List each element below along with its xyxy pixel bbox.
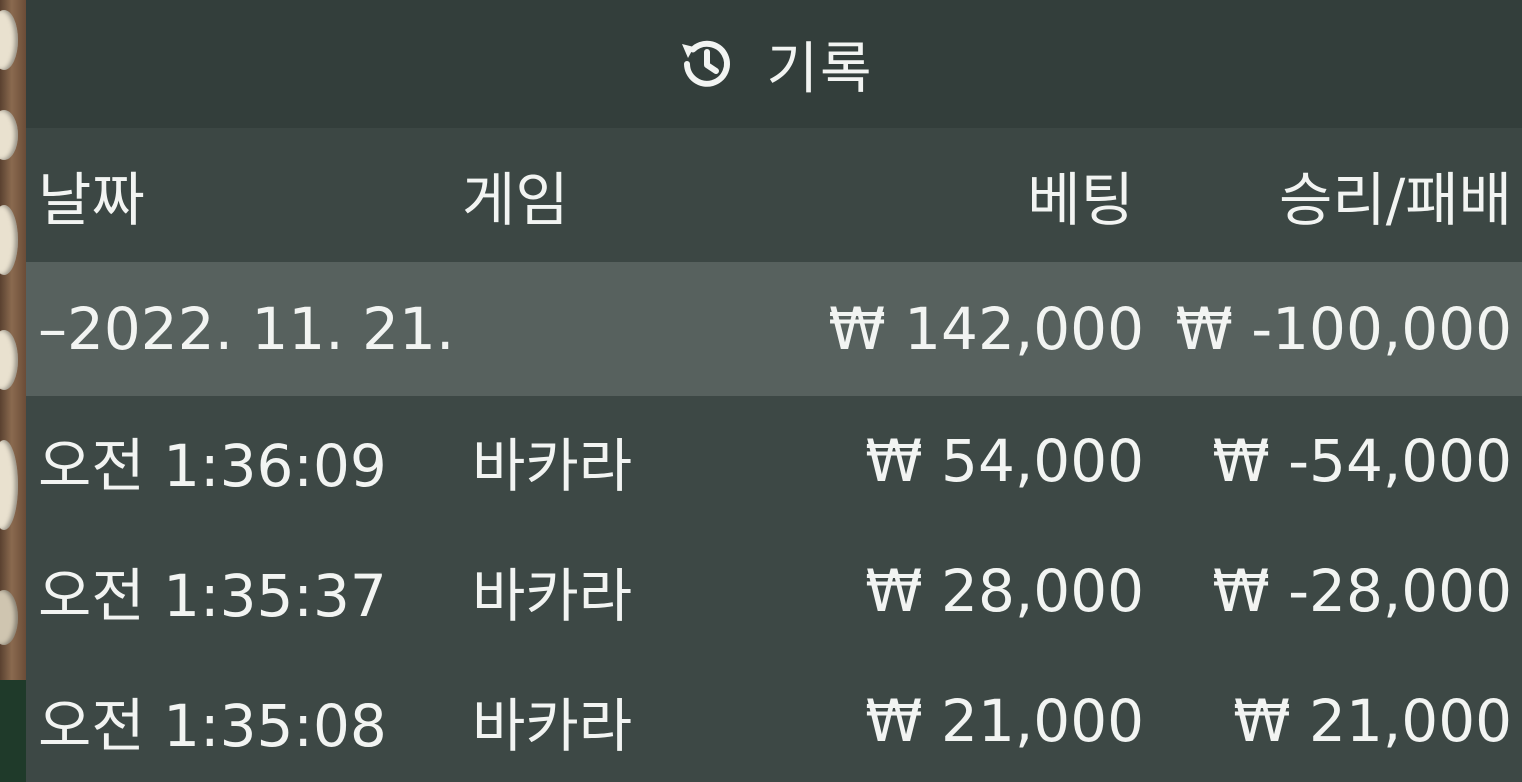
table-row[interactable]: 오전 1:36:09 바카라 ₩ 54,000 ₩ -54,000 bbox=[26, 396, 1522, 526]
group-result-total: ₩ -100,000 bbox=[1175, 295, 1512, 363]
row-game: 바카라 bbox=[472, 432, 633, 500]
background-chip bbox=[0, 330, 18, 390]
history-panel: 기록 날짜 게임 베팅 승리/패배 –2022. 11. 21. ₩ 142,0… bbox=[26, 0, 1522, 782]
history-header: 기록 bbox=[26, 0, 1522, 128]
row-game: 바카라 bbox=[472, 692, 633, 760]
column-header-result: 승리/패배 bbox=[1279, 166, 1512, 234]
page-title: 기록 bbox=[766, 36, 874, 102]
column-header-date: 날짜 bbox=[38, 166, 145, 234]
background-chip bbox=[0, 110, 18, 160]
screen: 기록 날짜 게임 베팅 승리/패배 –2022. 11. 21. ₩ 142,0… bbox=[0, 0, 1522, 782]
background-chip bbox=[0, 205, 18, 275]
row-time: 오전 1:35:37 bbox=[38, 562, 387, 630]
row-bet: ₩ 21,000 bbox=[865, 687, 1144, 755]
row-result: ₩ -28,000 bbox=[1212, 557, 1512, 625]
row-time: 오전 1:35:08 bbox=[38, 692, 387, 760]
background-chip bbox=[0, 440, 18, 530]
table-row[interactable]: 오전 1:35:37 바카라 ₩ 28,000 ₩ -28,000 bbox=[26, 526, 1522, 656]
table-row[interactable]: 오전 1:35:08 바카라 ₩ 21,000 ₩ 21,000 bbox=[26, 656, 1522, 782]
row-result: ₩ 21,000 bbox=[1233, 687, 1512, 755]
row-bet: ₩ 28,000 bbox=[865, 557, 1144, 625]
row-bet: ₩ 54,000 bbox=[865, 427, 1144, 495]
background-chip bbox=[0, 10, 18, 70]
row-game: 바카라 bbox=[472, 562, 633, 630]
column-header-bet: 베팅 bbox=[1027, 166, 1134, 234]
row-result: ₩ -54,000 bbox=[1212, 427, 1512, 495]
group-bet-total: ₩ 142,000 bbox=[828, 295, 1144, 363]
row-time: 오전 1:36:09 bbox=[38, 432, 387, 500]
background-chip bbox=[0, 590, 18, 645]
date-group-row[interactable]: –2022. 11. 21. ₩ 142,000 ₩ -100,000 bbox=[26, 262, 1522, 396]
column-header-game: 게임 bbox=[462, 166, 569, 234]
game-table-background bbox=[0, 0, 26, 782]
group-date: –2022. 11. 21. bbox=[38, 295, 455, 363]
table-header-row: 날짜 게임 베팅 승리/패배 bbox=[26, 128, 1522, 262]
history-icon bbox=[674, 33, 736, 95]
table-felt bbox=[0, 680, 26, 782]
